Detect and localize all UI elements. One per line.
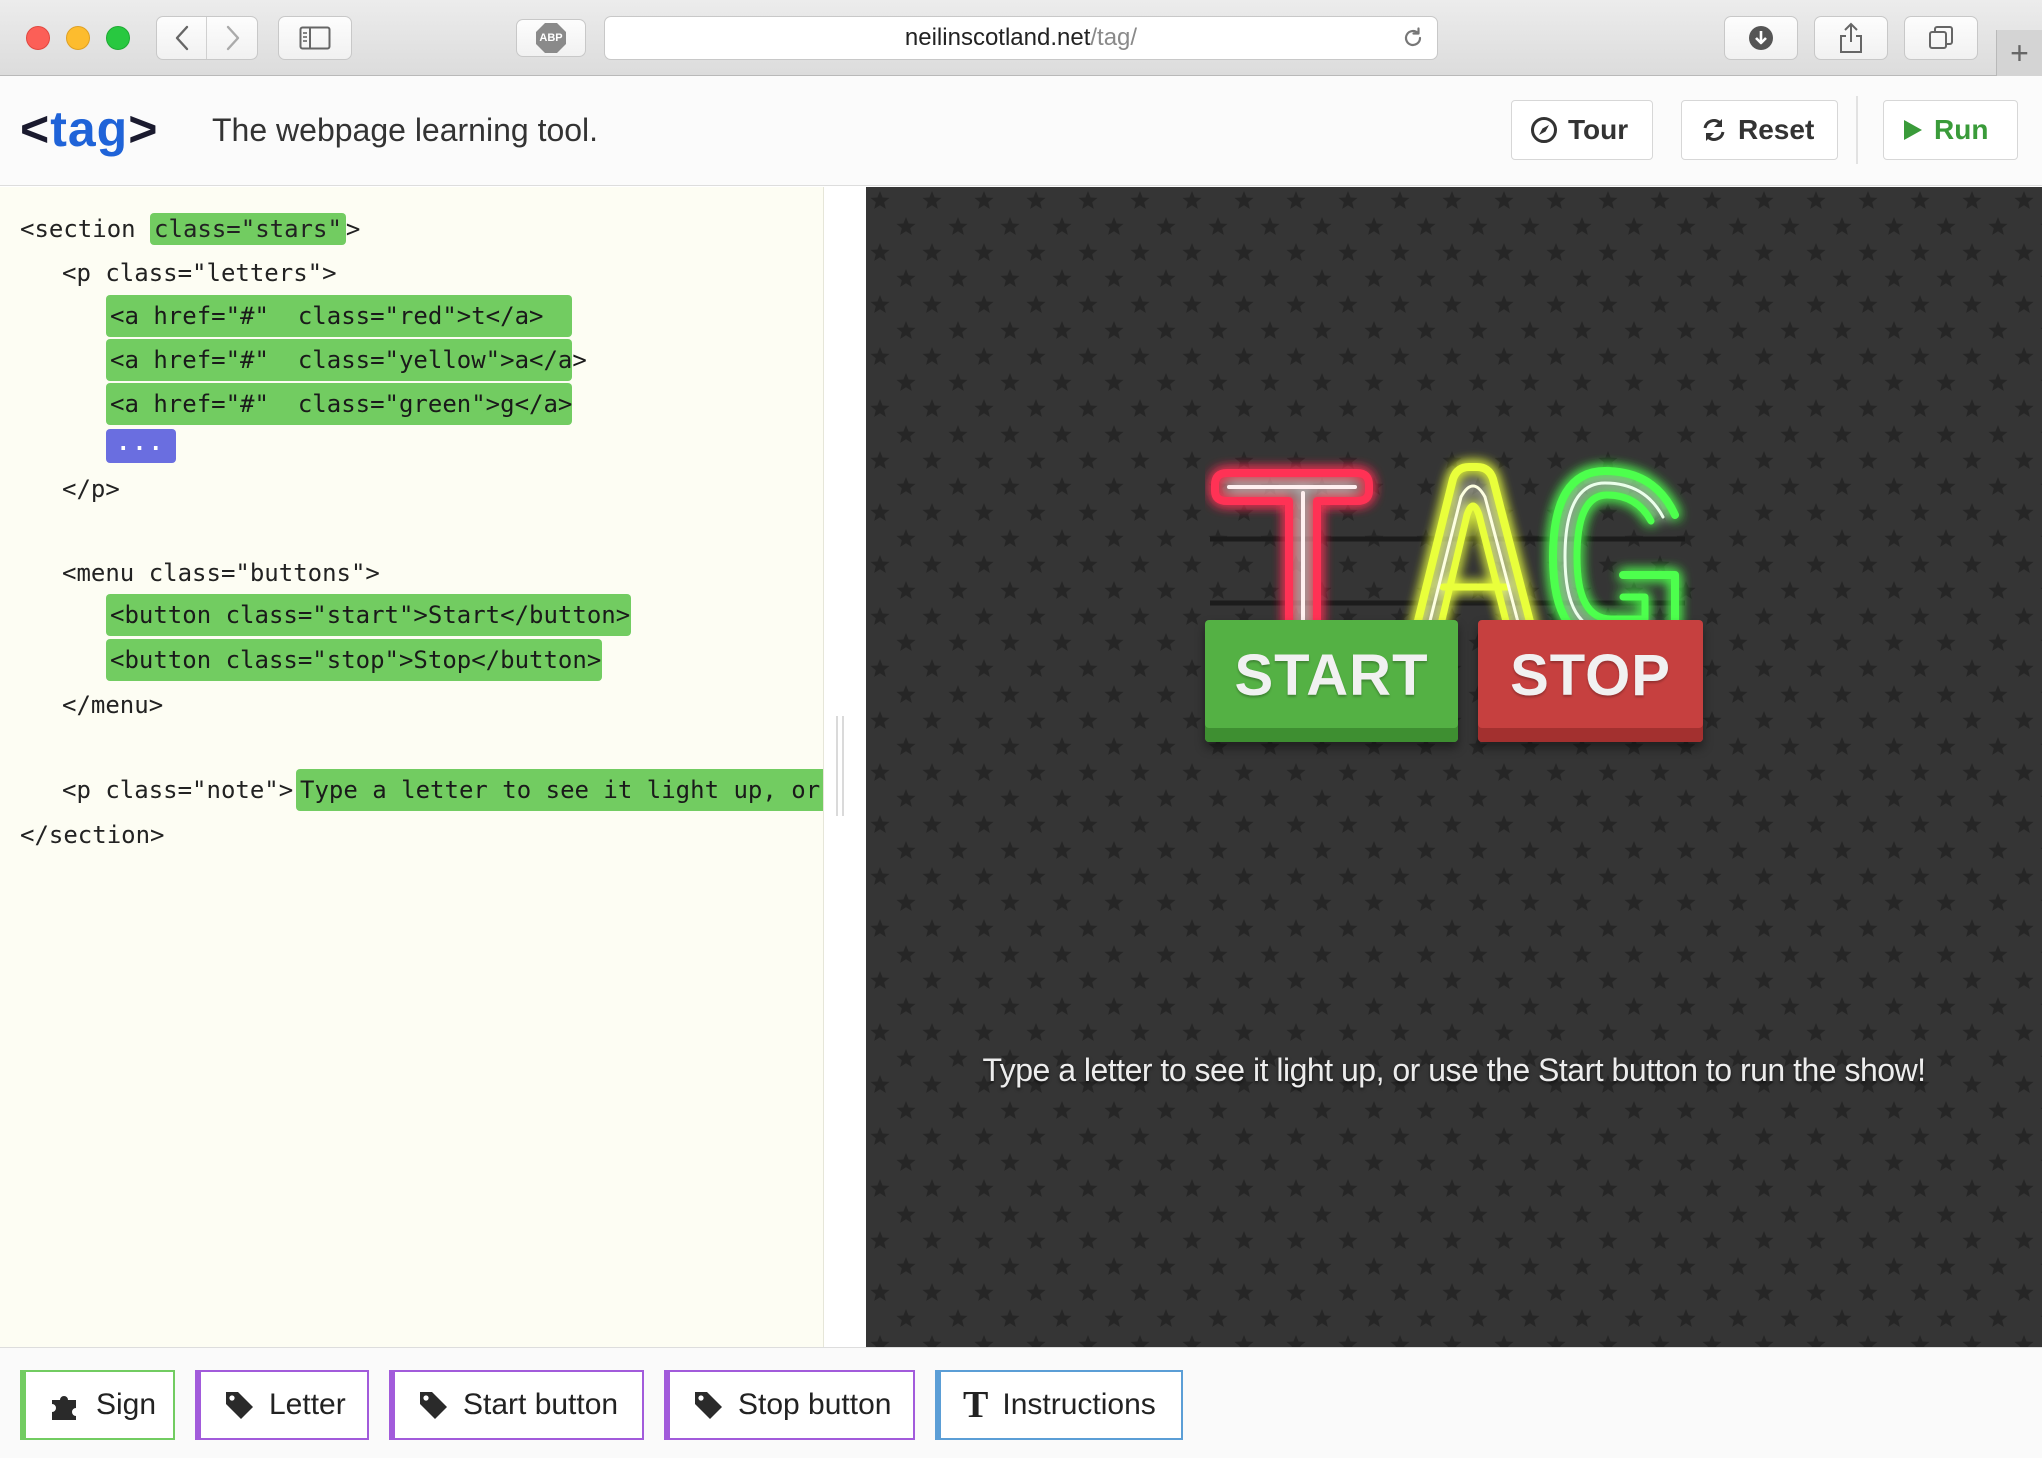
logo-word: tag bbox=[50, 101, 129, 157]
zoom-window-button[interactable] bbox=[106, 26, 130, 50]
close-window-button[interactable] bbox=[26, 26, 50, 50]
pane-resize-handle[interactable] bbox=[836, 716, 846, 816]
run-label: Run bbox=[1934, 114, 1989, 145]
forward-button[interactable] bbox=[208, 17, 258, 59]
reload-button[interactable] bbox=[1401, 26, 1425, 57]
tabs-icon bbox=[1929, 26, 1953, 49]
tag-icon bbox=[417, 1389, 449, 1421]
start-button-block[interactable]: <button class="start">Start</button> bbox=[106, 594, 631, 636]
app-logo: <tag> bbox=[20, 100, 158, 158]
puzzle-icon bbox=[48, 1388, 82, 1422]
tour-button[interactable]: Tour bbox=[1511, 100, 1653, 160]
preview-instructions: Type a letter to see it light up, or use… bbox=[982, 1052, 1926, 1088]
palette-item-instructions[interactable]: T Instructions bbox=[935, 1370, 1183, 1440]
adblock-icon: ABP bbox=[536, 23, 566, 53]
chevron-left-icon bbox=[175, 25, 188, 51]
chevron-right-icon bbox=[226, 25, 240, 51]
palette-item-stop-button[interactable]: Stop button bbox=[664, 1370, 915, 1440]
palette-item-letter[interactable]: Letter bbox=[195, 1370, 369, 1440]
code-line-section-open: <section class="stars" > bbox=[20, 209, 360, 249]
palette-label-stop-button: Stop button bbox=[738, 1388, 892, 1421]
code-line-section-close: </section> bbox=[20, 821, 165, 849]
palette-item-start-button[interactable]: Start button bbox=[389, 1370, 644, 1440]
stop-game-button[interactable]: STOP bbox=[1478, 620, 1703, 742]
starry-background bbox=[866, 187, 2042, 1347]
compass-icon bbox=[1531, 117, 1557, 143]
code-tag-section: <section bbox=[20, 215, 151, 243]
note-text-block[interactable]: Type a letter to see it light up, or bbox=[296, 769, 823, 811]
browser-toolbar: ABP neilinscotland.net/tag/ + bbox=[0, 0, 2042, 76]
neon-letter-g bbox=[1549, 467, 1679, 647]
header-divider bbox=[1856, 96, 1858, 164]
start-game-button[interactable]: START bbox=[1205, 620, 1458, 742]
tag-icon bbox=[692, 1389, 724, 1421]
letter-red-block[interactable]: <a href="#" class="red">t</a> bbox=[106, 295, 572, 337]
share-icon bbox=[1840, 22, 1862, 53]
sidebar-toggle-button[interactable] bbox=[278, 16, 352, 60]
show-tabs-button[interactable] bbox=[1904, 16, 1978, 60]
adblock-button[interactable]: ABP bbox=[516, 19, 586, 57]
stop-button-block[interactable]: <button class="stop">Stop</button> bbox=[106, 639, 602, 681]
logo-open-bracket: < bbox=[20, 101, 51, 157]
collapsed-code-block[interactable]: ... bbox=[106, 429, 176, 463]
palette-label-sign: Sign bbox=[96, 1388, 157, 1421]
logo-close-bracket: > bbox=[128, 101, 159, 157]
download-icon bbox=[1749, 26, 1773, 50]
sidebar-icon bbox=[299, 26, 331, 50]
navigation-buttons bbox=[156, 16, 258, 60]
tag-icon bbox=[223, 1389, 255, 1421]
new-tab-button[interactable]: + bbox=[1996, 30, 2042, 76]
palette-label-instructions: Instructions bbox=[1002, 1388, 1156, 1421]
reset-button[interactable]: Reset bbox=[1681, 100, 1838, 160]
url-host: neilinscotland.net bbox=[904, 24, 1091, 51]
play-icon bbox=[1904, 120, 1922, 140]
code-tag-end: > bbox=[345, 215, 361, 243]
start-label: START bbox=[1234, 642, 1429, 708]
code-editor[interactable]: <section class="stars" > <p class="letter… bbox=[0, 187, 824, 1347]
palette-item-sign[interactable]: Sign bbox=[20, 1370, 175, 1440]
element-palette: Sign Letter Start button Stop button T I… bbox=[0, 1347, 2042, 1458]
stop-label: STOP bbox=[1510, 642, 1671, 708]
address-bar[interactable]: neilinscotland.net/tag/ bbox=[604, 16, 1438, 60]
code-line-menu-open: <menu class="buttons"> bbox=[62, 559, 380, 587]
letter-green-block[interactable]: <a href="#" class="green">g</a> bbox=[106, 383, 572, 425]
code-line-p-close: </p> bbox=[62, 475, 120, 503]
share-button[interactable] bbox=[1814, 16, 1888, 60]
reload-icon bbox=[1404, 27, 1422, 47]
neon-letter-a bbox=[1409, 463, 1539, 645]
preview-pane bbox=[866, 187, 2042, 1347]
sync-icon bbox=[1703, 119, 1725, 141]
downloads-button[interactable] bbox=[1724, 16, 1798, 60]
app-header: <tag> The webpage learning tool. Tour Re… bbox=[0, 76, 2042, 186]
tour-label: Tour bbox=[1568, 114, 1629, 145]
app-tagline: The webpage learning tool. bbox=[212, 112, 599, 148]
letter-yellow-block[interactable]: <a href="#" class="yellow">a</a> bbox=[106, 339, 587, 381]
palette-label-start-button: Start button bbox=[463, 1388, 619, 1421]
reset-label: Reset bbox=[1738, 114, 1815, 145]
minimize-window-button[interactable] bbox=[66, 26, 90, 50]
code-line-p-note: <p class="note"> bbox=[62, 776, 294, 804]
back-button[interactable] bbox=[157, 17, 207, 59]
run-button[interactable]: Run bbox=[1883, 100, 2018, 160]
url-path: /tag/ bbox=[1090, 24, 1138, 51]
text-icon: T bbox=[963, 1384, 989, 1426]
code-line-menu-close: </menu> bbox=[62, 691, 164, 719]
code-line-p-letters: <p class="letters"> bbox=[62, 259, 337, 287]
class-stars-attribute-block[interactable]: class="stars" bbox=[150, 213, 346, 245]
palette-label-letter: Letter bbox=[269, 1388, 346, 1421]
